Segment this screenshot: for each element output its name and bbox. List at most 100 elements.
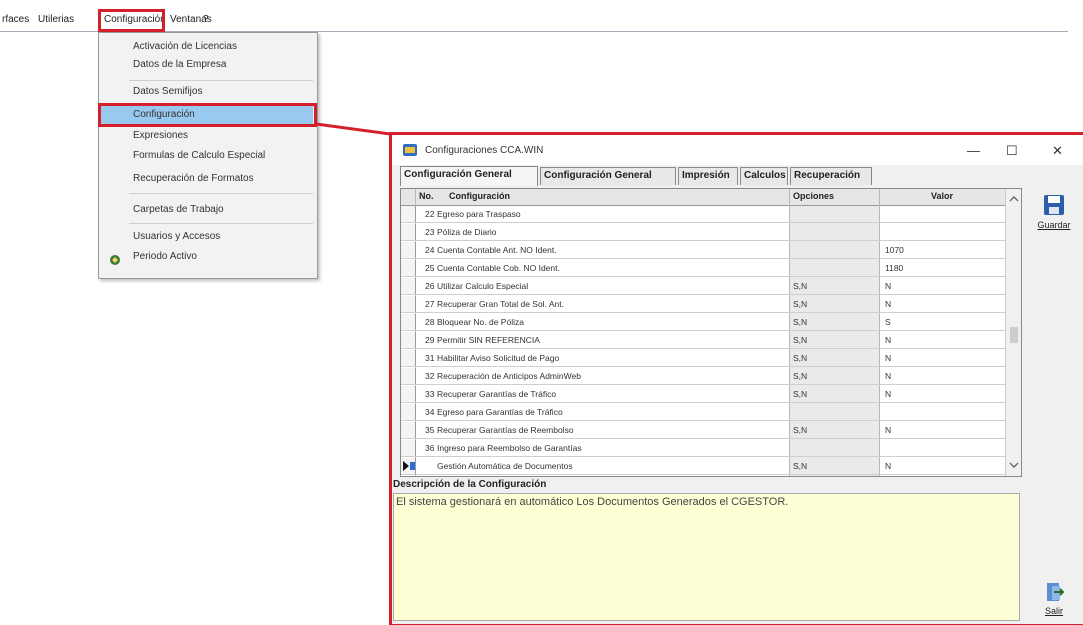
exit-door-icon: [1047, 583, 1065, 601]
scroll-down-icon[interactable]: [1006, 459, 1022, 471]
table-row[interactable]: 22 Egreso para Traspaso: [401, 206, 1005, 223]
row-selector[interactable]: [401, 422, 416, 438]
menu-help[interactable]: ?: [203, 14, 209, 25]
cell-valor[interactable]: N: [885, 425, 891, 435]
row-selector[interactable]: [401, 386, 416, 402]
menu-item-formulas-calculo[interactable]: Formulas de Calculo Especial: [133, 150, 265, 161]
exit-label: Salir: [1044, 606, 1063, 616]
cell-no: 24: [425, 245, 435, 255]
menu-item-datos-semifijos[interactable]: Datos Semifijos: [133, 86, 202, 97]
table-row[interactable]: 27 Recuperar Gran Total de Sol. Ant. S,N N: [401, 296, 1005, 313]
row-selector[interactable]: [401, 242, 416, 258]
cell-valor[interactable]: N: [885, 353, 891, 363]
menu-separator: [129, 223, 313, 224]
description-text: El sistema gestionará en automático Los …: [393, 493, 1020, 621]
row-selector[interactable]: [401, 368, 416, 384]
cell-opciones: S,N: [793, 425, 808, 435]
cell-config: Ingreso para Reembolso de Garantías: [437, 443, 582, 453]
row-selector[interactable]: [401, 224, 416, 240]
tab-configuracion-general[interactable]: Configuración General: [400, 166, 538, 186]
row-selector[interactable]: [401, 278, 416, 294]
cell-config: Egreso para Garantías de Tráfico: [437, 407, 563, 417]
cell-config: Bloquear No. de Póliza: [437, 317, 524, 327]
menu-item-usuarios-accesos[interactable]: Usuarios y Accesos: [133, 231, 220, 242]
cell-no: 28: [425, 317, 435, 327]
table-row[interactable]: 29 Permitir SIN REFERENCIA S,N N: [401, 332, 1005, 349]
save-button[interactable]: Guardar: [1032, 193, 1076, 230]
configuracion-dropdown: Activación de Licencias Datos de la Empr…: [98, 32, 318, 279]
header-no[interactable]: No.: [419, 191, 434, 201]
menu-item-recuperacion-formatos[interactable]: Recuperación de Formatos: [133, 173, 254, 184]
cell-no: 29: [425, 335, 435, 345]
row-selector[interactable]: [401, 332, 416, 348]
header-opciones[interactable]: Opciones: [793, 191, 834, 201]
cell-valor[interactable]: N: [885, 281, 891, 291]
cell-valor[interactable]: N: [885, 299, 891, 309]
scrollbar-thumb[interactable]: [1010, 327, 1018, 343]
row-selector[interactable]: [401, 260, 416, 276]
menu-item-carpetas-trabajo[interactable]: Carpetas de Trabajo: [133, 204, 224, 215]
cell-valor[interactable]: N: [885, 461, 891, 471]
menu-item-periodo-activo[interactable]: Periodo Activo: [133, 251, 197, 262]
menu-item-datos-empresa[interactable]: Datos de la Empresa: [133, 59, 226, 70]
maximize-button[interactable]: ☐: [1006, 143, 1018, 159]
close-button[interactable]: ✕: [1052, 143, 1063, 159]
tab-calculos[interactable]: Calculos: [740, 167, 788, 185]
cell-valor[interactable]: N: [885, 371, 891, 381]
cell-config: Póliza de Diario: [437, 227, 497, 237]
cell-no: 34: [425, 407, 435, 417]
table-row[interactable]: 23 Póliza de Diario: [401, 224, 1005, 241]
table-row[interactable]: 32 Recuperación de Anticipos AdminWeb S,N N: [401, 368, 1005, 385]
cell-valor[interactable]: N: [885, 335, 891, 345]
cell-valor[interactable]: 1180: [885, 263, 903, 273]
table-row[interactable]: 34 Egreso para Garantías de Tráfico: [401, 404, 1005, 421]
cell-config: Recuperar Gran Total de Sol. Ant.: [437, 299, 564, 309]
table-row[interactable]: 36 Ingreso para Reembolso de Garantías: [401, 440, 1005, 457]
row-selector[interactable]: [401, 350, 416, 366]
annotation-box-menu-item: [98, 103, 317, 127]
cell-no: 26: [425, 281, 435, 291]
cell-no: 35: [425, 425, 435, 435]
cell-no: 32: [425, 371, 435, 381]
tab-impresion[interactable]: Impresión: [678, 167, 738, 185]
annotation-box-menu: [98, 9, 165, 32]
menu-item-expresiones[interactable]: Expresiones: [133, 130, 188, 141]
table-row[interactable]: 35 Recuperar Garantías de Reembolso S,N N: [401, 422, 1005, 439]
cell-opciones: S,N: [793, 317, 808, 327]
row-selector[interactable]: [401, 440, 416, 456]
annotation-connector: [316, 122, 390, 136]
cell-valor[interactable]: N: [885, 389, 891, 399]
menu-separator: [129, 80, 313, 81]
row-selector[interactable]: [401, 296, 416, 312]
tab-recuperacion[interactable]: Recuperación: [790, 167, 872, 185]
cell-config: Gestión Automática de Documentos: [437, 461, 573, 471]
menu-item-activacion-licencias[interactable]: Activación de Licencias: [133, 41, 237, 52]
table-row[interactable]: 28 Bloquear No. de Póliza S,N S: [401, 314, 1005, 331]
menu-utilerias[interactable]: Utilerias: [38, 14, 74, 25]
row-selector[interactable]: [401, 458, 416, 474]
table-row-current[interactable]: Gestión Automática de Documentos S,N N: [401, 458, 1005, 475]
table-row[interactable]: 25 Cuenta Contable Cob. NO Ident. 1180: [401, 260, 1005, 277]
grid-scrollbar[interactable]: [1005, 189, 1022, 476]
header-configuracion[interactable]: Configuración: [449, 191, 510, 201]
menu-separator: [129, 193, 313, 194]
row-selector[interactable]: [401, 206, 416, 222]
cell-valor[interactable]: 1070: [885, 245, 904, 255]
exit-button[interactable]: Salir: [1032, 581, 1076, 616]
scroll-up-icon[interactable]: [1006, 193, 1022, 205]
tab-configuracion-general-2[interactable]: Configuración General: [540, 167, 676, 185]
cell-valor[interactable]: S: [885, 317, 891, 327]
description-label: Descripción de la Configuración: [393, 479, 1020, 494]
table-row[interactable]: 26 Utilizar Calculo Especial S,N N: [401, 278, 1005, 295]
table-row[interactable]: 24 Cuenta Contable Ant. NO Ident. 1070: [401, 242, 1005, 259]
header-valor[interactable]: Valor: [931, 191, 953, 201]
cell-opciones: S,N: [793, 353, 808, 363]
row-selector[interactable]: [401, 314, 416, 330]
configuration-grid: No. Configuración Opciones Valor 22 Egres…: [400, 188, 1022, 477]
menu-interfaces[interactable]: rfaces: [2, 14, 29, 25]
table-row[interactable]: 33 Recuperar Garantías de Tráfico S,N N: [401, 386, 1005, 403]
minimize-button[interactable]: —: [967, 143, 980, 158]
row-selector[interactable]: [401, 404, 416, 420]
cell-no: 23: [425, 227, 435, 237]
table-row[interactable]: 31 Habilitar Aviso Solicitud de Pago S,N N: [401, 350, 1005, 367]
